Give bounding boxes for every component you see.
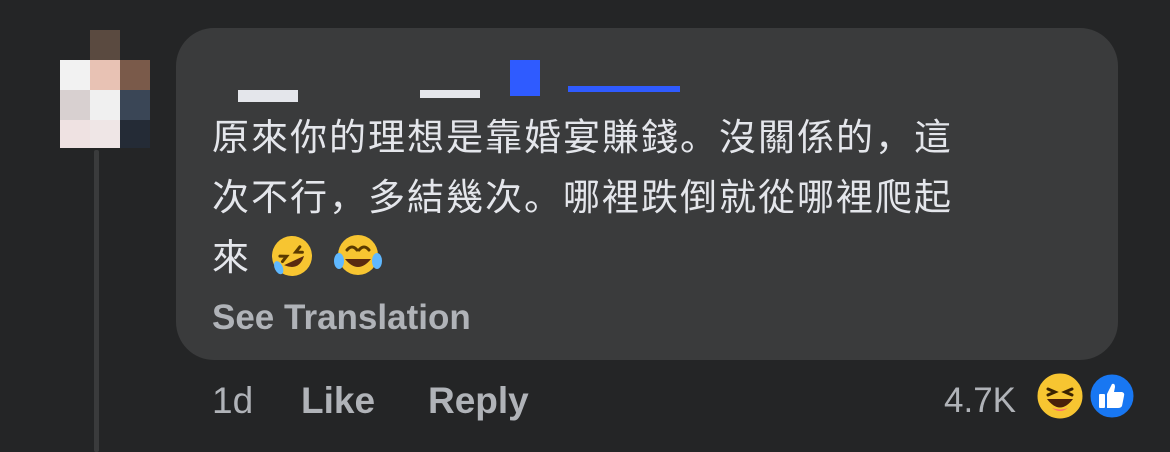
reply-button[interactable]: Reply [428, 380, 529, 422]
comment-text-line: 次不行，多結幾次。哪裡跌倒就從哪裡爬起 [212, 176, 953, 219]
comment-text-line: 來 [212, 228, 1092, 297]
reply-thread-line [94, 150, 99, 452]
comment-bubble: 原來你的理想是靠婚宴賺錢。沒關係的，這 次不行，多結幾次。哪裡跌倒就從哪裡爬起 … [176, 28, 1118, 360]
like-button[interactable]: Like [301, 380, 375, 422]
see-translation-link[interactable]: See Translation [212, 298, 471, 338]
like-reaction-icon[interactable] [1086, 370, 1138, 427]
avatar[interactable] [60, 30, 156, 148]
comment-text-line: 原來你的理想是靠婚宴賺錢。沒關係的，這 [212, 116, 953, 159]
reaction-count[interactable]: 4.7K [944, 381, 1016, 421]
comment-timestamp[interactable]: 1d [212, 380, 253, 422]
avatar-pixelated-icon [60, 30, 150, 148]
redacted-author-name[interactable] [176, 28, 696, 108]
comment-text-tail: 來 [212, 236, 251, 279]
haha-reaction-icon[interactable] [1034, 370, 1086, 427]
rolling-laughing-emoji-icon [269, 233, 315, 297]
comment-text: 原來你的理想是靠婚宴賺錢。沒關係的，這 次不行，多結幾次。哪裡跌倒就從哪裡爬起 … [212, 108, 1092, 297]
laughing-tears-emoji-icon [333, 233, 383, 297]
